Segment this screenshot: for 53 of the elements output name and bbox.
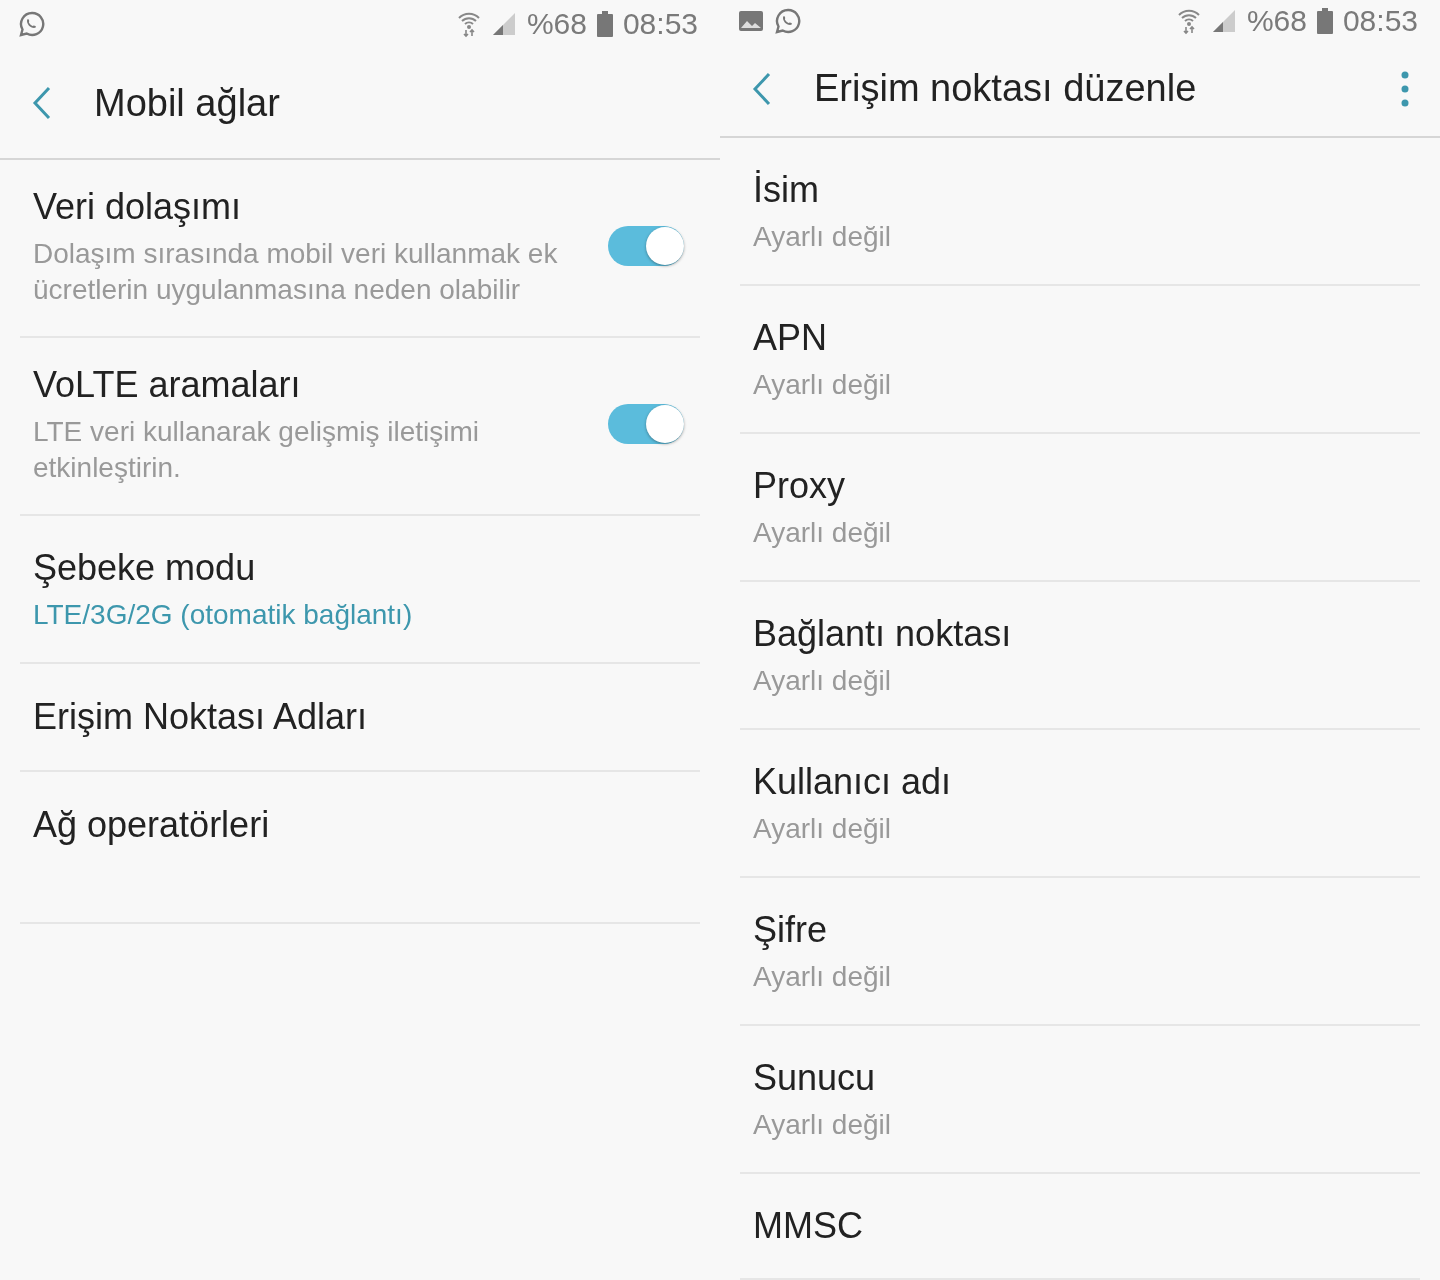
settings-row[interactable]: Ağ operatörleri [20, 772, 700, 924]
setting-summary: Ayarlı değil [753, 220, 892, 254]
battery-percent: %68 [526, 7, 587, 41]
setting-summary: Ayarlı değil [753, 368, 892, 402]
image-icon [738, 8, 764, 33]
setting-title: Kullanıcı adı [753, 760, 953, 804]
status-time: 08:53 [622, 7, 698, 41]
settings-row[interactable]: Şebeke modu LTE/3G/2G (otomatik bağlantı) [20, 516, 700, 664]
screen-title: Mobil ağlar [94, 81, 281, 125]
settings-row[interactable]: Erişim Noktası Adları [20, 664, 700, 772]
settings-row[interactable]: APN Ayarlı değil [740, 286, 1420, 434]
chat-icon [774, 6, 802, 35]
setting-summary: Ayarlı değil [753, 516, 892, 550]
setting-title: İsim [753, 168, 820, 212]
toggle-switch[interactable] [608, 404, 684, 444]
settings-row[interactable]: MMSC [740, 1174, 1420, 1280]
settings-row[interactable]: Sunucu Ayarlı değil [740, 1026, 1420, 1174]
setting-title: Bağlantı noktası [753, 612, 1013, 656]
setting-title: APN [753, 316, 829, 360]
screen-title: Erişim noktası düzenle [814, 67, 1198, 111]
setting-summary: LTE veri kullanarak gelişmiş iletişimi etkinleştirin. [33, 415, 481, 485]
setting-title: Sunucu [753, 1056, 877, 1100]
setting-title: Şebeke modu [33, 546, 257, 590]
setting-title: MMSC [753, 1204, 864, 1248]
settings-row[interactable]: Kullanıcı adı Ayarlı değil [740, 730, 1420, 878]
toggle-switch[interactable] [608, 226, 684, 266]
wifi-icon [456, 10, 481, 38]
settings-row[interactable]: İsim Ayarlı değil [740, 138, 1420, 286]
setting-summary: Ayarlı değil [753, 960, 892, 994]
status-time: 08:53 [1342, 3, 1418, 38]
battery-percent: %68 [1246, 3, 1307, 38]
battery-icon [596, 11, 613, 37]
setting-summary: Dolaşım sırasında mobil veri kullanmak ek ücretlerin uygulanmasına neden olabilir [33, 237, 559, 307]
back-button[interactable] [752, 71, 772, 106]
setting-summary: Ayarlı değil [753, 812, 892, 846]
chat-icon [18, 10, 46, 38]
more-options-button[interactable] [1400, 70, 1410, 107]
setting-summary: LTE/3G/2G (otomatik bağlantı) [33, 598, 414, 632]
settings-row[interactable]: Şifre Ayarlı değil [740, 878, 1420, 1026]
settings-row[interactable]: Bağlantı noktası Ayarlı değil [740, 582, 1420, 730]
setting-summary: Ayarlı değil [753, 1108, 892, 1142]
setting-summary: Ayarlı değil [753, 664, 892, 698]
setting-title: Şifre [753, 908, 829, 952]
back-button[interactable] [32, 86, 52, 120]
setting-title: VoLTE aramaları [33, 363, 302, 407]
setting-title: Proxy [753, 464, 847, 508]
settings-row[interactable]: Veri dolaşımı Dolaşım sırasında mobil veri kullanmak ek ücretlerin uygulanmasına neden olabilir [20, 160, 700, 338]
settings-row[interactable]: VoLTE aramaları LTE veri kullanarak gelişmiş iletişimi etkinleştirin. [20, 338, 700, 516]
setting-title: Erişim Noktası Adları [33, 695, 369, 739]
setting-title: Veri dolaşımı [33, 185, 243, 229]
battery-icon [1316, 7, 1333, 34]
settings-row[interactable]: Proxy Ayarlı değil [740, 434, 1420, 582]
setting-title: Ağ operatörleri [33, 803, 271, 847]
